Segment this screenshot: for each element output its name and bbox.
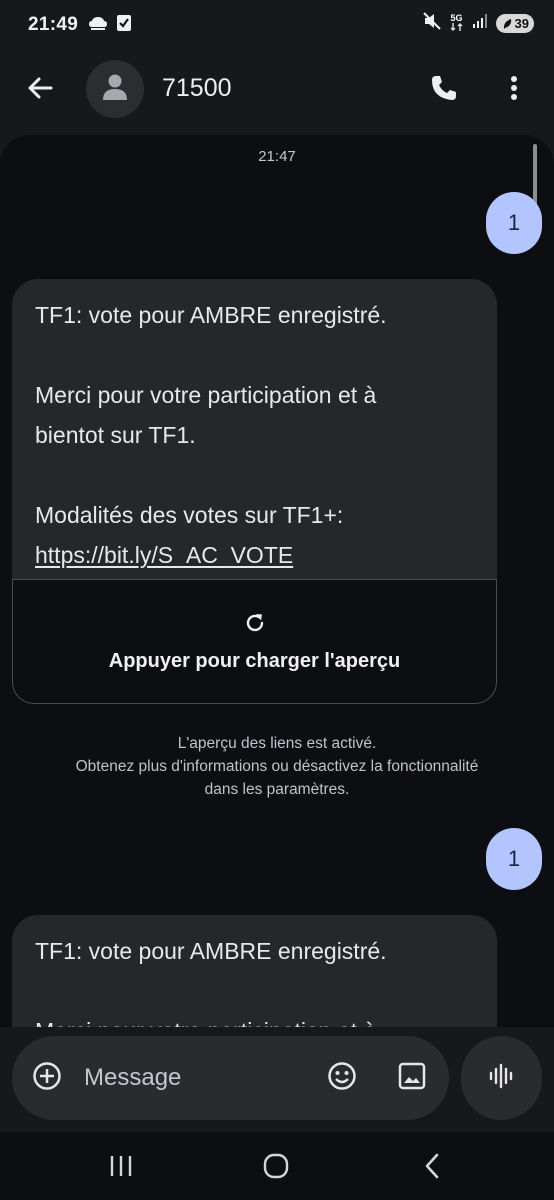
- back-arrow-icon: [26, 74, 54, 107]
- call-button[interactable]: [426, 72, 462, 108]
- status-right-icons: 5G 39: [422, 12, 534, 35]
- add-attachment-button[interactable]: [32, 1061, 62, 1096]
- contact-avatar[interactable]: [86, 60, 144, 118]
- info-line: L'aperçu des liens est activé.: [177, 735, 377, 752]
- link-preview-button[interactable]: Appuyer pour charger l'aperçu: [12, 579, 497, 704]
- person-icon: [102, 73, 128, 106]
- more-vert-icon: [510, 75, 518, 106]
- gallery-icon: [398, 1062, 426, 1095]
- message-composer: [12, 1036, 449, 1120]
- incoming-message[interactable]: TF1: vote pour AMBRE enregistré. Merci p…: [12, 279, 497, 609]
- link-preview-label: Appuyer pour charger l'aperçu: [108, 649, 401, 672]
- info-line: dans les paramètres.: [204, 781, 350, 798]
- message-line: TF1: vote pour AMBRE enregistré.: [35, 302, 387, 328]
- outgoing-message[interactable]: 1: [486, 192, 542, 254]
- incoming-message[interactable]: TF1: vote pour AMBRE enregistré. Merci p…: [12, 915, 497, 1027]
- status-left-icons: [88, 14, 132, 37]
- info-line: Obtenez plus d'informations ou désactive…: [75, 758, 479, 775]
- back-nav-icon: [422, 1153, 442, 1184]
- battery-icon: 39: [495, 14, 534, 33]
- status-time: 21:49: [28, 14, 79, 35]
- message-line: bientot sur TF1.: [35, 422, 196, 448]
- navigation-bar: [0, 1132, 554, 1200]
- more-options-button[interactable]: [496, 72, 532, 108]
- message-input[interactable]: [82, 1063, 286, 1093]
- recent-apps-icon: [108, 1154, 134, 1183]
- home-button[interactable]: [256, 1150, 296, 1186]
- mute-icon: [422, 12, 442, 35]
- phone-icon: [429, 73, 459, 108]
- refresh-icon: [243, 611, 267, 640]
- gallery-button[interactable]: [395, 1061, 429, 1095]
- message-line: Merci pour votre participation et à: [35, 382, 377, 408]
- message-line: Merci pour votre participation et à: [35, 1011, 475, 1027]
- emoji-button[interactable]: [325, 1061, 359, 1095]
- message-line: Modalités des votes sur TF1+:: [35, 502, 344, 528]
- message-line: TF1: vote pour AMBRE enregistré.: [35, 938, 387, 964]
- contact-name[interactable]: 71500: [162, 74, 232, 103]
- outgoing-message-text: 1: [507, 846, 521, 871]
- outgoing-message-text: 1: [507, 210, 521, 235]
- add-circle-icon: [32, 1061, 62, 1096]
- cloud-icon: [88, 15, 108, 36]
- voice-waveform-icon: [488, 1062, 516, 1095]
- task-check-icon: [116, 14, 132, 37]
- message-clip: TF1: vote pour AMBRE enregistré. Merci p…: [12, 915, 497, 1027]
- network-5g-icon: 5G: [450, 14, 464, 33]
- message-timestamp: 21:47: [258, 148, 296, 165]
- outgoing-message[interactable]: 1: [486, 828, 542, 890]
- recent-apps-button[interactable]: [101, 1150, 141, 1186]
- home-icon: [262, 1153, 290, 1184]
- back-button[interactable]: [22, 72, 58, 108]
- voice-record-button[interactable]: [461, 1036, 542, 1120]
- back-nav-button[interactable]: [412, 1150, 452, 1186]
- link-preview-info[interactable]: L'aperçu des liens est activé. Obtenez p…: [0, 732, 554, 801]
- message-link[interactable]: https://bit.ly/S_AC_VOTE: [35, 542, 293, 568]
- battery-level: 39: [514, 16, 529, 31]
- emoji-icon: [327, 1061, 357, 1096]
- signal-icon: [472, 13, 488, 34]
